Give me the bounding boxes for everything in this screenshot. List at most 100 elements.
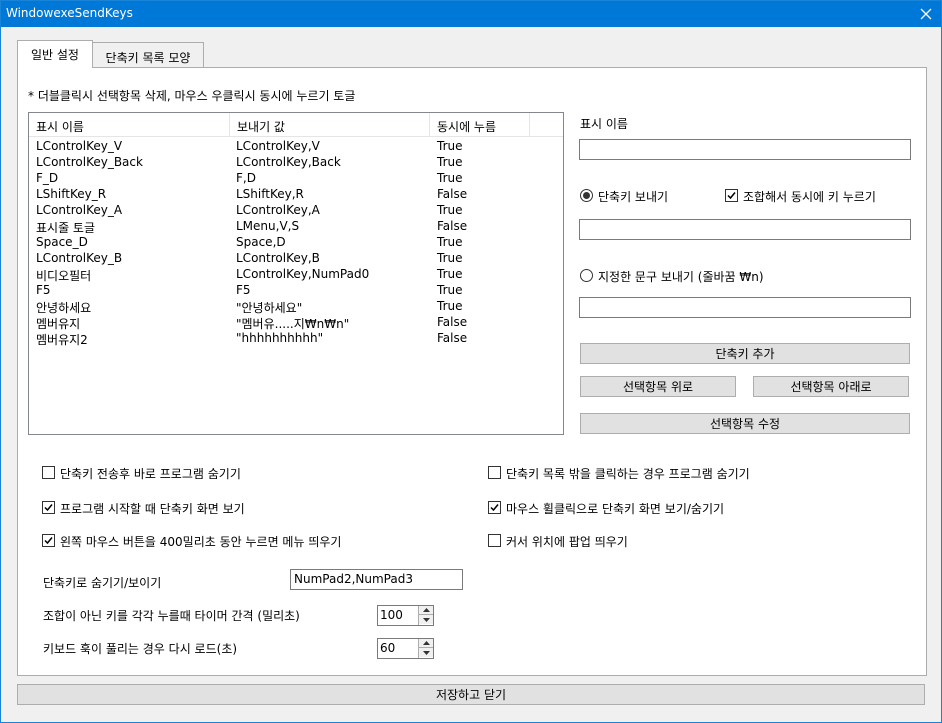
list-item[interactable]: 안녕하세요 "안녕하세요" True xyxy=(29,299,563,315)
send-value-cell: Space,D xyxy=(236,235,286,249)
list-item[interactable]: LControlKey_Back LControlKey,Back True xyxy=(29,155,563,171)
send-value-cell: "hhhhhhhhhh" xyxy=(236,331,324,345)
chevron-up-icon[interactable] xyxy=(419,606,433,615)
display-name-cell: 표시줄 토글 xyxy=(36,221,96,235)
close-icon[interactable] xyxy=(911,1,941,27)
column-header-simultaneous[interactable]: 동시에 누름 xyxy=(430,113,530,137)
simultaneous-cell: True xyxy=(437,267,463,281)
list-item[interactable]: 멤버유지2 "hhhhhhhhhh" False xyxy=(29,331,563,347)
hide-on-outside-click-label: 단축키 목록 밖을 클릭하는 경우 프로그램 숨기기 xyxy=(506,467,750,481)
edit-selected-button[interactable]: 선택항목 수정 xyxy=(580,413,910,434)
popup-at-cursor-label: 커서 위치에 팝업 띄우기 xyxy=(506,535,628,549)
toggle-hotkey-label: 단축키로 숨기기/보이기 xyxy=(43,576,162,590)
display-name-cell: F_D xyxy=(36,171,59,185)
send-hotkey-radio[interactable] xyxy=(580,189,593,202)
send-value-cell: LControlKey,NumPad0 xyxy=(236,267,370,281)
list-item[interactable]: LControlKey_A LControlKey,A True xyxy=(29,203,563,219)
move-up-button[interactable]: 선택항목 위로 xyxy=(580,376,736,397)
timer-interval-label: 조합이 아닌 키를 각각 누를때 타이머 간격 (밀리초) xyxy=(43,609,300,623)
simultaneous-cell: False xyxy=(437,315,468,329)
display-name-cell: LControlKey_A xyxy=(36,203,123,217)
show-on-start-label: 프로그램 시작할 때 단축키 화면 보기 xyxy=(60,502,245,516)
send-value-cell: LControlKey,B xyxy=(236,251,320,265)
tab-list-appearance-label: 단축키 목록 모양 xyxy=(105,51,191,65)
display-name-cell: LControlKey_Back xyxy=(36,155,143,169)
list-item[interactable]: F_D F,D True xyxy=(29,171,563,187)
combo-label: 조합해서 동시에 키 누르기 xyxy=(743,190,876,204)
left-hold-menu-checkbox[interactable] xyxy=(42,534,55,547)
window-title: WindowexeSendKeys xyxy=(6,6,133,20)
list-item[interactable]: 멤버유지 "멤버유.....지₩n₩n" False xyxy=(29,315,563,331)
send-value-cell: "안녕하세요" xyxy=(236,301,303,315)
chevron-down-icon[interactable] xyxy=(419,615,433,624)
title-bar: WindowexeSendKeys xyxy=(1,1,941,27)
list-item[interactable]: Space_D Space,D True xyxy=(29,235,563,251)
tab-general-label: 일반 설정 xyxy=(31,48,79,62)
timer-interval-stepper[interactable]: 100 xyxy=(377,605,434,626)
send-value-cell: LControlKey,A xyxy=(236,203,320,217)
wheel-click-toggle-label: 마우스 휠클릭으로 단축키 화면 보기/숨기기 xyxy=(506,502,725,516)
display-name-cell: 멤버유지 xyxy=(36,317,81,331)
simultaneous-cell: True xyxy=(437,139,463,153)
send-hotkey-label: 단축키 보내기 xyxy=(598,190,669,204)
simultaneous-cell: True xyxy=(437,203,463,217)
simultaneous-cell: False xyxy=(437,187,468,201)
send-value-cell: LControlKey,Back xyxy=(236,155,341,169)
send-value-cell: F,D xyxy=(236,171,256,185)
combo-checkbox[interactable] xyxy=(725,189,738,202)
simultaneous-cell: True xyxy=(437,171,463,185)
column-header-display-name[interactable]: 표시 이름 xyxy=(29,113,230,137)
list-item[interactable]: F5 F5 True xyxy=(29,283,563,299)
hide-after-send-checkbox[interactable] xyxy=(42,466,55,479)
save-and-close-button[interactable]: 저장하고 닫기 xyxy=(17,684,925,705)
popup-at-cursor-checkbox[interactable] xyxy=(488,534,501,547)
send-text-label: 지정한 문구 보내기 (줄바꿈 ₩n) xyxy=(598,270,764,284)
hotkey-list[interactable]: 표시 이름 보내기 값 동시에 누름 LControlKey_V LControl… xyxy=(28,112,564,435)
simultaneous-cell: True xyxy=(437,251,463,265)
send-value-cell: "멤버유.....지₩n₩n" xyxy=(236,317,350,331)
text-input[interactable] xyxy=(579,297,911,318)
list-header: 표시 이름 보내기 값 동시에 누름 xyxy=(29,113,563,137)
display-name-cell: LControlKey_B xyxy=(36,251,123,265)
chevron-down-icon[interactable] xyxy=(419,648,433,657)
main-window: WindowexeSendKeys 일반 설정 단축키 목록 모양 * 더블클릭… xyxy=(0,0,942,723)
list-item[interactable]: 표시줄 토글 LMenu,V,S False xyxy=(29,219,563,235)
reload-interval-stepper[interactable]: 60 xyxy=(377,638,434,659)
simultaneous-cell: True xyxy=(437,155,463,169)
display-name-cell: F5 xyxy=(36,283,51,297)
display-name-cell: 멤버유지2 xyxy=(36,333,88,347)
send-value-cell: LMenu,V,S xyxy=(236,219,300,233)
hide-after-send-label: 단축키 전송후 바로 프로그램 숨기기 xyxy=(60,467,241,481)
display-name-input[interactable] xyxy=(579,139,911,160)
reload-interval-value: 60 xyxy=(380,641,396,655)
display-name-label: 표시 이름 xyxy=(580,117,628,131)
hint-text: * 더블클릭시 선택항목 삭제, 마우스 우클릭시 동시에 누르기 토글 xyxy=(28,89,356,103)
simultaneous-cell: False xyxy=(437,331,468,345)
display-name-cell: Space_D xyxy=(36,235,88,249)
display-name-cell: LShiftKey_R xyxy=(36,187,107,201)
simultaneous-cell: True xyxy=(437,235,463,249)
toggle-hotkey-input[interactable]: NumPad2,NumPad3 xyxy=(290,569,463,590)
send-text-radio[interactable] xyxy=(580,269,593,282)
chevron-up-icon[interactable] xyxy=(419,639,433,648)
tab-list-appearance[interactable]: 단축키 목록 모양 xyxy=(92,42,204,68)
simultaneous-cell: True xyxy=(437,283,463,297)
hide-on-outside-click-checkbox[interactable] xyxy=(488,466,501,479)
move-down-button[interactable]: 선택항목 아래로 xyxy=(753,376,909,397)
display-name-cell: LControlKey_V xyxy=(36,139,123,153)
send-value-cell: F5 xyxy=(236,283,251,297)
show-on-start-checkbox[interactable] xyxy=(42,501,55,514)
list-item[interactable]: LControlKey_B LControlKey,B True xyxy=(29,251,563,267)
list-item[interactable]: LShiftKey_R LShiftKey,R False xyxy=(29,187,563,203)
add-hotkey-button[interactable]: 단축키 추가 xyxy=(580,343,910,364)
tab-general[interactable]: 일반 설정 xyxy=(17,40,93,68)
left-hold-menu-label: 왼쪽 마우스 버튼을 400밀리초 동안 누르면 메뉴 띄우기 xyxy=(60,535,342,549)
list-item[interactable]: LControlKey_V LControlKey,V True xyxy=(29,139,563,155)
hotkey-input[interactable] xyxy=(579,219,911,240)
list-item[interactable]: 비디오필터 LControlKey,NumPad0 True xyxy=(29,267,563,283)
wheel-click-toggle-checkbox[interactable] xyxy=(488,501,501,514)
timer-interval-value: 100 xyxy=(380,608,403,622)
simultaneous-cell: False xyxy=(437,219,468,233)
send-value-cell: LControlKey,V xyxy=(236,139,320,153)
column-header-send-value[interactable]: 보내기 값 xyxy=(230,113,430,137)
